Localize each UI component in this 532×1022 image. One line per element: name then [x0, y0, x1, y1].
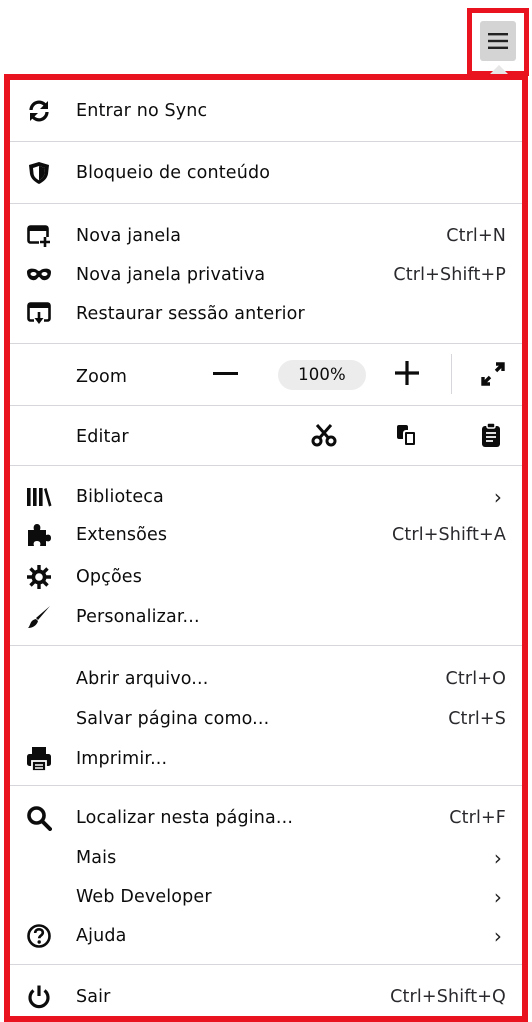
- separator: [451, 354, 452, 394]
- shortcut-label: Ctrl+Shift+P: [393, 265, 506, 285]
- separator: [10, 343, 522, 344]
- menu-item-content-blocking-label: Bloqueio de conteúdo: [76, 163, 271, 183]
- menu-item-new-window[interactable]: Nova janela Ctrl+N: [10, 217, 522, 255]
- menu-item-help[interactable]: Ajuda ›: [10, 917, 522, 955]
- menu-item-find[interactable]: Localizar nesta página... Ctrl+F: [10, 799, 522, 837]
- menu-button-highlight: [467, 8, 529, 76]
- menu-item-web-developer-label: Web Developer: [76, 887, 212, 907]
- menu-item-open-file[interactable]: Abrir arquivo... Ctrl+O: [10, 660, 522, 698]
- shortcut-label: Ctrl+S: [448, 709, 506, 729]
- menu-item-sync[interactable]: Entrar no Sync: [10, 92, 522, 130]
- separator: [10, 964, 522, 965]
- open-menu-button[interactable]: [480, 21, 516, 61]
- menu-item-options-label: Opções: [76, 567, 142, 587]
- shortcut-label: Ctrl+Shift+A: [391, 525, 506, 545]
- separator: [10, 405, 522, 406]
- menu-item-more-label: Mais: [76, 848, 117, 868]
- hamburger-menu-icon: [488, 33, 508, 49]
- menu-item-content-blocking[interactable]: Bloqueio de conteúdo: [10, 154, 522, 192]
- menu-item-restore-session-label: Restaurar sessão anterior: [76, 304, 305, 324]
- zoom-reset-button[interactable]: 100%: [278, 360, 366, 390]
- library-icon: [26, 484, 52, 510]
- copy-icon[interactable]: [394, 422, 420, 448]
- menu-item-quit[interactable]: Sair Ctrl+Shift+Q: [10, 978, 522, 1016]
- shortcut-label: Ctrl+F: [449, 808, 506, 828]
- new-window-icon: [26, 223, 52, 249]
- app-menu-panel: Entrar no Sync Bloqueio de conteúdo Nova…: [4, 74, 528, 1022]
- search-icon: [26, 805, 52, 831]
- zoom-out-button[interactable]: [213, 372, 238, 375]
- gear-icon: [26, 564, 52, 590]
- fullscreen-icon[interactable]: [480, 361, 506, 387]
- menu-item-customize[interactable]: Personalizar...: [10, 598, 522, 636]
- shortcut-label: Ctrl+Shift+Q: [390, 987, 506, 1007]
- restore-session-icon: [26, 301, 52, 327]
- menu-item-more[interactable]: Mais ›: [10, 839, 522, 877]
- panel-arrow: [490, 65, 508, 74]
- chevron-right-icon: ›: [493, 885, 502, 909]
- printer-icon: [26, 746, 52, 772]
- help-icon: [26, 923, 52, 949]
- menu-item-web-developer[interactable]: Web Developer ›: [10, 878, 522, 916]
- menu-item-restore-session[interactable]: Restaurar sessão anterior: [10, 295, 522, 333]
- separator: [10, 645, 522, 646]
- shortcut-label: Ctrl+N: [446, 226, 506, 246]
- edit-controls: Editar: [10, 418, 522, 456]
- menu-item-print-label: Imprimir...: [76, 749, 168, 769]
- menu-item-save-page-label: Salvar página como...: [76, 709, 270, 729]
- power-icon: [26, 984, 52, 1010]
- menu-item-private-window[interactable]: Nova janela privativa Ctrl+Shift+P: [10, 256, 522, 294]
- shield-icon: [26, 160, 52, 186]
- menu-item-open-file-label: Abrir arquivo...: [76, 669, 209, 689]
- chevron-right-icon: ›: [493, 846, 502, 870]
- puzzle-icon: [26, 522, 52, 548]
- zoom-label: Zoom: [76, 367, 128, 387]
- separator: [10, 141, 522, 142]
- mask-icon: [26, 262, 52, 288]
- scissors-icon[interactable]: [311, 422, 337, 448]
- menu-item-new-window-label: Nova janela: [76, 226, 182, 246]
- menu-item-print[interactable]: Imprimir...: [10, 740, 522, 778]
- edit-label: Editar: [76, 427, 129, 447]
- menu-item-customize-label: Personalizar...: [76, 607, 200, 627]
- zoom-in-button[interactable]: [394, 360, 420, 386]
- menu-item-private-window-label: Nova janela privativa: [76, 265, 266, 285]
- separator: [10, 465, 522, 466]
- shortcut-label: Ctrl+O: [445, 669, 506, 689]
- menu-item-save-page[interactable]: Salvar página como... Ctrl+S: [10, 700, 522, 738]
- chevron-right-icon: ›: [493, 485, 502, 509]
- menu-item-library-label: Biblioteca: [76, 487, 164, 507]
- menu-item-quit-label: Sair: [76, 987, 111, 1007]
- zoom-controls: Zoom 100%: [10, 354, 522, 396]
- separator: [10, 785, 522, 786]
- menu-item-library[interactable]: Biblioteca ›: [10, 478, 522, 516]
- separator: [10, 203, 522, 204]
- menu-item-addons-label: Extensões: [76, 525, 168, 545]
- brush-icon: [26, 604, 52, 630]
- sync-icon: [26, 98, 52, 124]
- menu-item-help-label: Ajuda: [76, 926, 127, 946]
- chevron-right-icon: ›: [493, 924, 502, 948]
- menu-item-find-label: Localizar nesta página...: [76, 808, 294, 828]
- clipboard-icon[interactable]: [478, 422, 504, 448]
- menu-item-addons[interactable]: Extensões Ctrl+Shift+A: [10, 516, 522, 554]
- menu-item-sync-label: Entrar no Sync: [76, 101, 208, 121]
- menu-item-options[interactable]: Opções: [10, 558, 522, 596]
